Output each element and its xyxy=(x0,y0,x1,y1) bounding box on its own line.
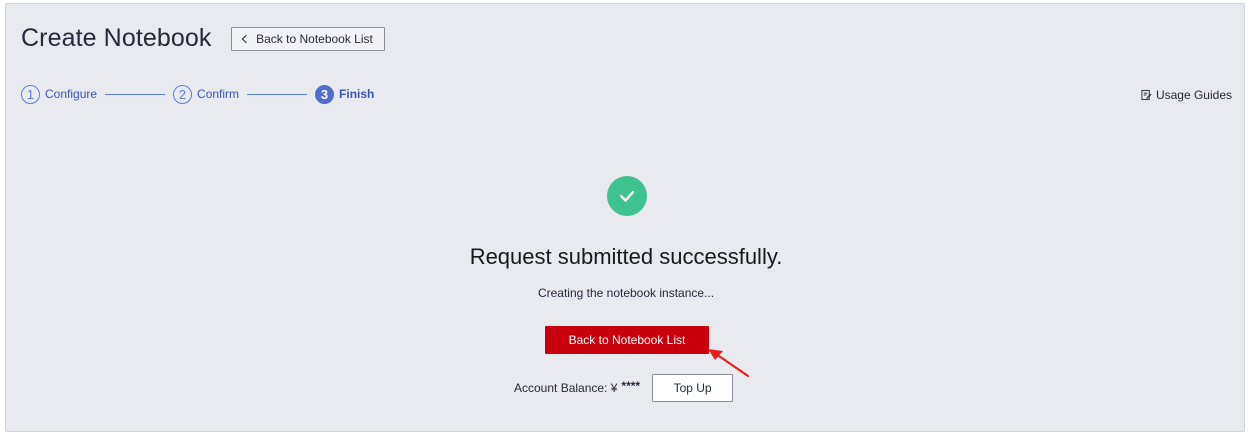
account-balance-row: Account Balance: ¥ **** Top Up xyxy=(514,374,734,402)
usage-guides-link[interactable]: Usage Guides xyxy=(1141,88,1232,102)
step-number: 2 xyxy=(173,84,193,104)
create-notebook-panel: Create Notebook Back to Notebook List 1 … xyxy=(5,3,1245,432)
step-configure: 1 Configure xyxy=(21,84,98,104)
account-balance: Account Balance: ¥ **** xyxy=(514,379,641,395)
usage-guides-label: Usage Guides xyxy=(1155,88,1232,102)
step-connector xyxy=(247,93,308,95)
step-label: Finish xyxy=(339,87,375,101)
step-connector xyxy=(105,93,166,95)
chevron-left-icon xyxy=(241,34,251,44)
back-button-label: Back to Notebook List xyxy=(256,32,373,46)
step-finish: 3 Finish xyxy=(315,84,375,104)
success-title: Request submitted successfully. xyxy=(469,244,783,269)
document-edit-icon xyxy=(1141,89,1152,101)
success-subtitle: Creating the notebook instance... xyxy=(537,286,715,300)
step-indicator: 1 Configure 2 Confirm 3 Finish xyxy=(21,84,374,104)
step-number: 1 xyxy=(21,84,40,104)
step-number: 3 xyxy=(315,84,335,104)
back-to-notebook-list-primary-button[interactable]: Back to Notebook List xyxy=(545,326,709,354)
top-up-button[interactable]: Top Up xyxy=(652,374,734,402)
step-label: Confirm xyxy=(197,87,240,101)
account-balance-label: Account Balance: ¥ xyxy=(514,381,618,395)
check-circle-icon xyxy=(607,176,647,216)
account-balance-value: **** xyxy=(621,379,641,393)
back-to-notebook-list-button[interactable]: Back to Notebook List xyxy=(231,27,385,51)
step-label: Configure xyxy=(45,87,98,101)
page-title: Create Notebook xyxy=(21,24,212,52)
step-confirm: 2 Confirm xyxy=(173,84,240,104)
